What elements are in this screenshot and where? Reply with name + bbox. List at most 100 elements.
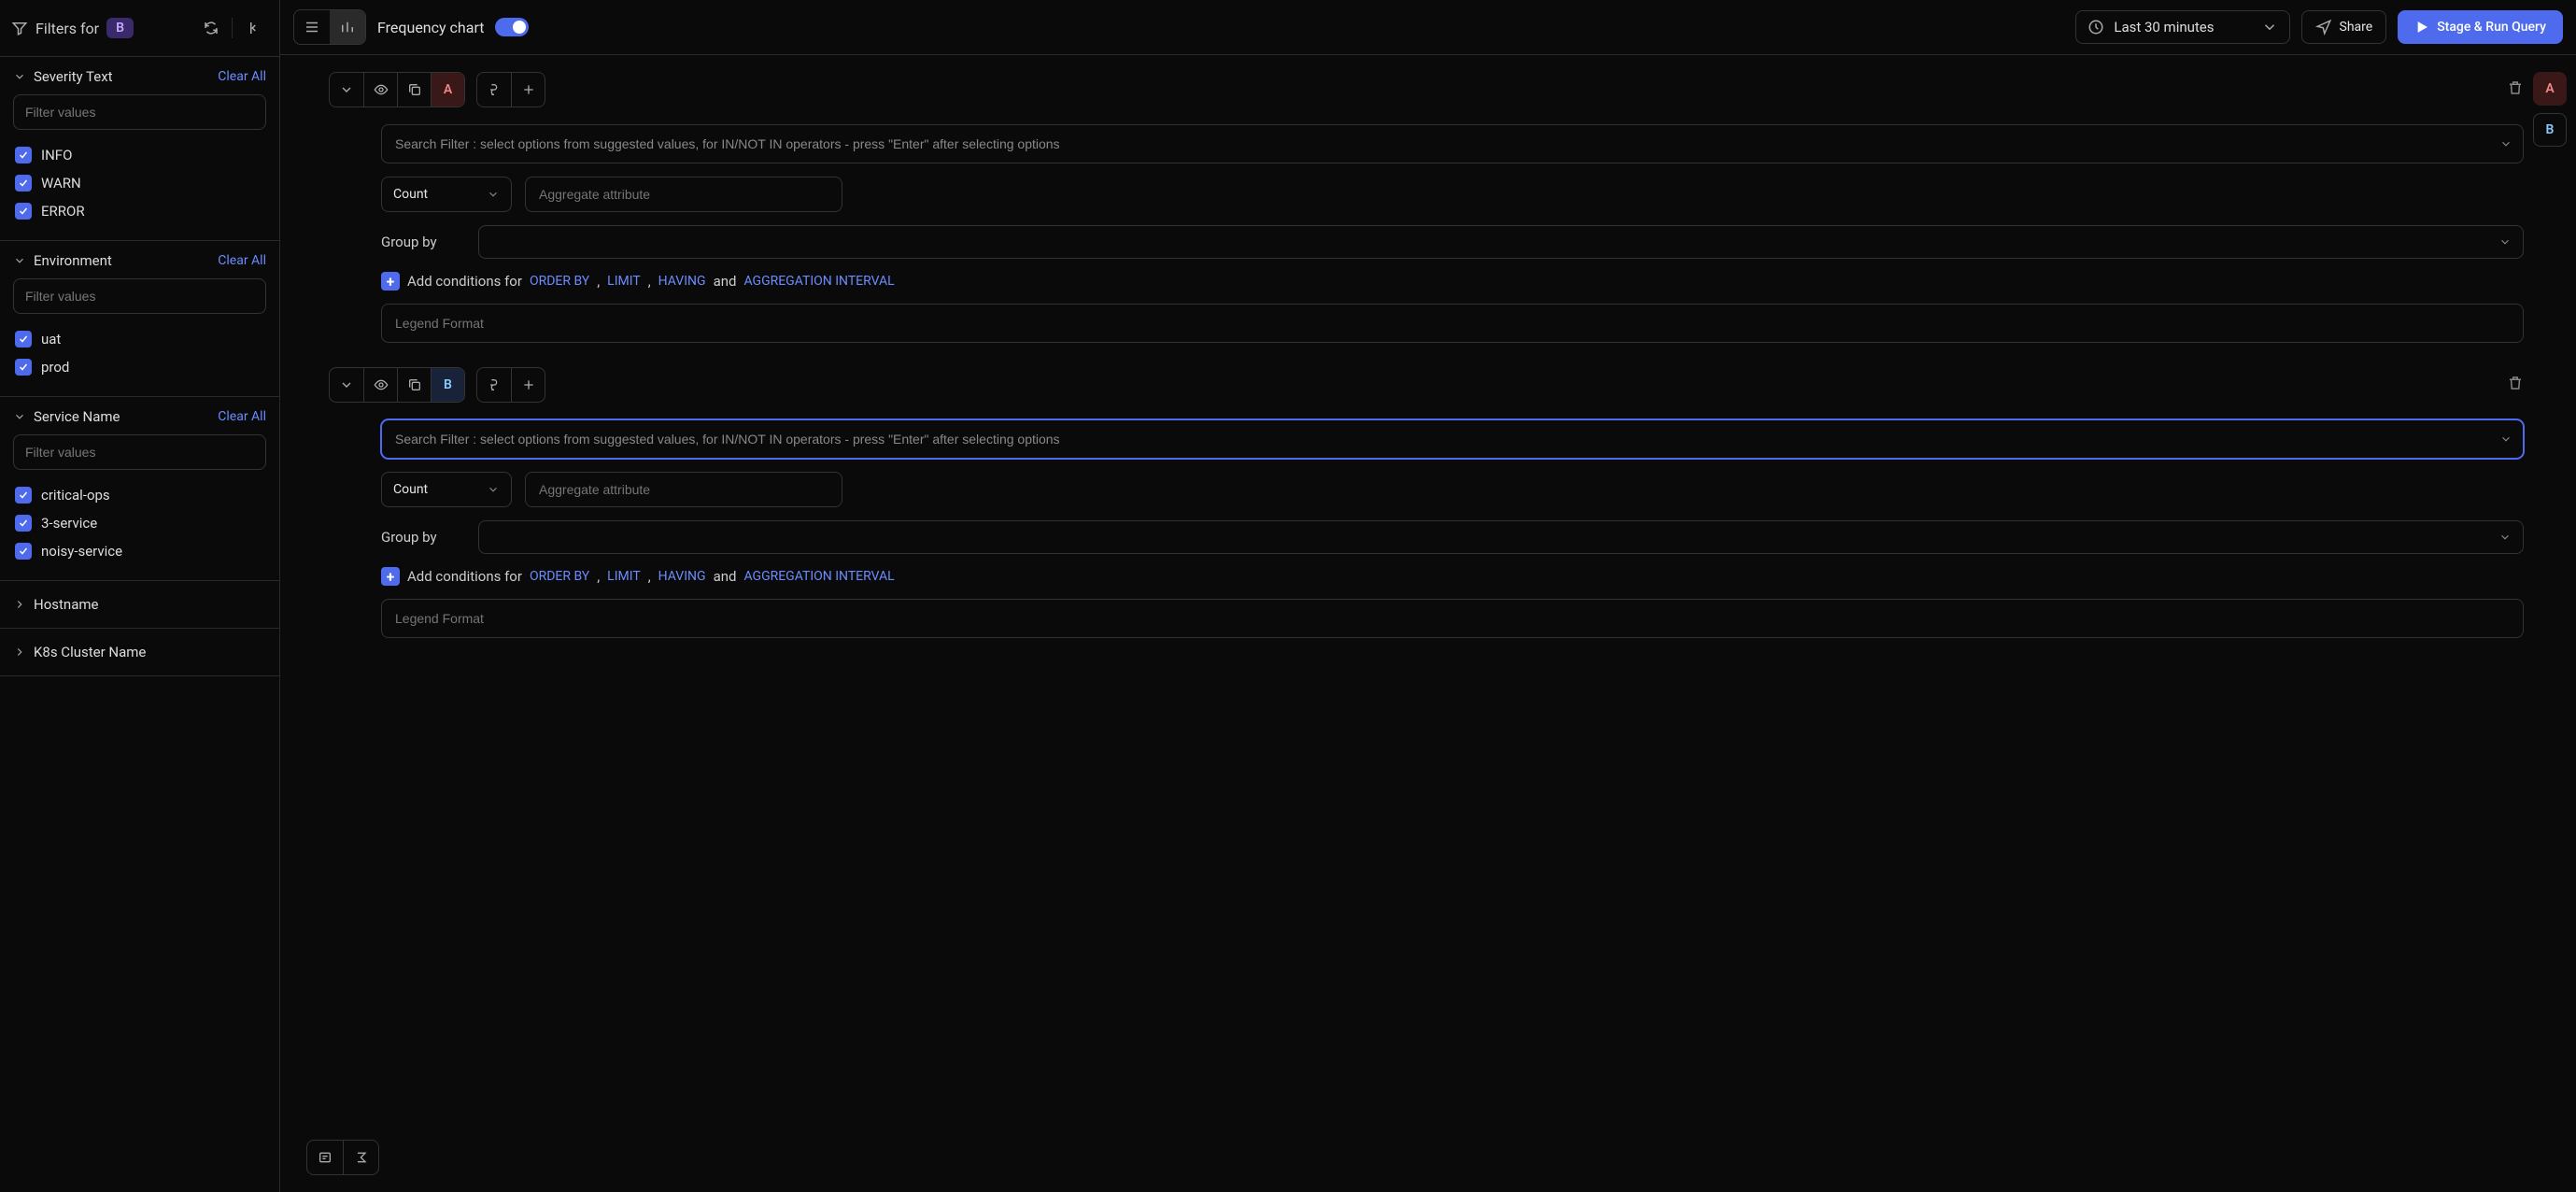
chart-view-button[interactable] — [330, 10, 365, 44]
checkbox-checked[interactable] — [15, 175, 32, 192]
send-icon — [2315, 19, 2332, 35]
facet-item[interactable]: INFO — [13, 141, 266, 169]
facet-item[interactable]: WARN — [13, 169, 266, 197]
checkbox-checked[interactable] — [15, 203, 32, 220]
play-icon — [2414, 20, 2429, 35]
add-query-button[interactable] — [307, 1141, 343, 1174]
filters-for-badge[interactable]: B — [106, 18, 134, 38]
delete-query-button[interactable] — [2507, 79, 2524, 100]
clear-all-link[interactable]: Clear All — [218, 253, 266, 268]
time-range-picker[interactable]: Last 30 minutes — [2075, 10, 2289, 44]
query-body: Count Group by + Add conditions for ORDE… — [381, 419, 2524, 638]
share-button[interactable]: Share — [2301, 10, 2387, 44]
facet-header[interactable]: Service Name Clear All — [13, 408, 266, 425]
duplicate-button[interactable] — [397, 368, 431, 402]
query-nav-b[interactable]: B — [2533, 113, 2567, 147]
check-icon — [18, 333, 29, 345]
frequency-chart-label: Frequency chart — [377, 19, 484, 36]
checkbox-checked[interactable] — [15, 147, 32, 163]
add-condition-button[interactable]: + — [381, 567, 400, 586]
add-button[interactable] — [511, 73, 545, 106]
topbar: Frequency chart Last 30 minutes Share St… — [280, 0, 2576, 55]
query-letter-chip[interactable]: B — [431, 368, 464, 402]
checkbox-checked[interactable] — [15, 331, 32, 348]
aggregate-attribute-input[interactable] — [525, 177, 842, 212]
eye-icon — [374, 377, 389, 392]
add-condition-button[interactable]: + — [381, 272, 400, 291]
chevron-down-icon — [2261, 19, 2278, 35]
check-icon — [18, 362, 29, 373]
limit-link[interactable]: LIMIT — [607, 569, 641, 584]
having-link[interactable]: HAVING — [658, 274, 706, 289]
chevron-down-icon — [339, 82, 354, 97]
add-button[interactable] — [511, 368, 545, 402]
limit-link[interactable]: LIMIT — [607, 274, 641, 289]
search-filter-input[interactable] — [381, 124, 2524, 163]
query-nav-a[interactable]: A — [2533, 72, 2567, 106]
aggregate-attribute-input[interactable] — [525, 472, 842, 507]
copy-icon — [407, 82, 422, 97]
collapse-sidebar-button[interactable] — [238, 13, 268, 43]
order-by-link[interactable]: ORDER BY — [530, 569, 589, 584]
agg-interval-link[interactable]: AGGREGATION INTERVAL — [743, 274, 894, 289]
facet-header[interactable]: Environment Clear All — [13, 252, 266, 269]
visibility-button[interactable] — [363, 73, 397, 106]
function-button[interactable] — [477, 368, 511, 402]
function-button[interactable] — [477, 73, 511, 106]
query-header-group: A — [329, 72, 465, 107]
checkbox-checked[interactable] — [15, 487, 32, 504]
facet-header[interactable]: Severity Text Clear All — [13, 68, 266, 85]
facet-service-name: Service Name Clear All critical-ops 3-se… — [0, 397, 279, 581]
chevron-right-icon — [13, 598, 26, 611]
visibility-button[interactable] — [363, 368, 397, 402]
facet-item[interactable]: ERROR — [13, 197, 266, 225]
agg-interval-link[interactable]: AGGREGATION INTERVAL — [743, 569, 894, 584]
list-view-button[interactable] — [294, 10, 330, 44]
checkbox-checked[interactable] — [15, 543, 32, 560]
refresh-button[interactable] — [196, 13, 226, 43]
facet-item[interactable]: critical-ops — [13, 481, 266, 509]
checkbox-checked[interactable] — [15, 515, 32, 532]
checkbox-checked[interactable] — [15, 359, 32, 376]
facet-title: Service Name — [34, 408, 210, 425]
collapse-query-button[interactable] — [330, 73, 363, 106]
legend-format-input[interactable] — [381, 304, 2524, 343]
run-query-button[interactable]: Stage & Run Query — [2398, 10, 2563, 44]
facet-filter-input[interactable] — [13, 434, 266, 470]
clear-all-link[interactable]: Clear All — [218, 69, 266, 84]
facet-item-label: WARN — [41, 175, 81, 192]
facet-filter-input[interactable] — [13, 94, 266, 130]
query-header-group2 — [476, 72, 545, 107]
chart-icon — [339, 19, 356, 35]
facet-item[interactable]: 3-service — [13, 509, 266, 537]
search-filter-input[interactable] — [381, 419, 2524, 459]
facet-hostname-collapsed[interactable]: Hostname — [0, 581, 279, 629]
add-formula-button[interactable] — [343, 1141, 378, 1174]
facet-item[interactable]: uat — [13, 325, 266, 353]
chevron-down-icon[interactable] — [2499, 137, 2512, 150]
delete-query-button[interactable] — [2507, 375, 2524, 395]
having-link[interactable]: HAVING — [658, 569, 706, 584]
check-icon — [18, 177, 29, 189]
chevron-down-icon[interactable] — [2499, 433, 2512, 446]
frequency-chart-toggle[interactable] — [495, 18, 529, 36]
clear-all-link[interactable]: Clear All — [218, 409, 266, 424]
aggregation-select[interactable]: Count — [381, 472, 512, 507]
legend-format-input[interactable] — [381, 599, 2524, 638]
add-conditions-row: + Add conditions for ORDER BY, LIMIT, HA… — [381, 567, 2524, 586]
order-by-link[interactable]: ORDER BY — [530, 274, 589, 289]
facet-item[interactable]: noisy-service — [13, 537, 266, 565]
duplicate-button[interactable] — [397, 73, 431, 106]
collapse-query-button[interactable] — [330, 368, 363, 402]
aggregation-select[interactable]: Count — [381, 177, 512, 212]
facet-item-label: noisy-service — [41, 543, 122, 560]
facet-item-label: 3-service — [41, 515, 97, 532]
group-by-select[interactable] — [478, 520, 2524, 554]
check-icon — [18, 490, 29, 501]
facet-filter-input[interactable] — [13, 278, 266, 314]
facet-item[interactable]: prod — [13, 353, 266, 381]
query-letter-chip[interactable]: A — [431, 73, 464, 106]
facet-k8s-cluster-collapsed[interactable]: K8s Cluster Name — [0, 629, 279, 676]
facet-title: Hostname — [34, 596, 266, 613]
group-by-select[interactable] — [478, 225, 2524, 259]
